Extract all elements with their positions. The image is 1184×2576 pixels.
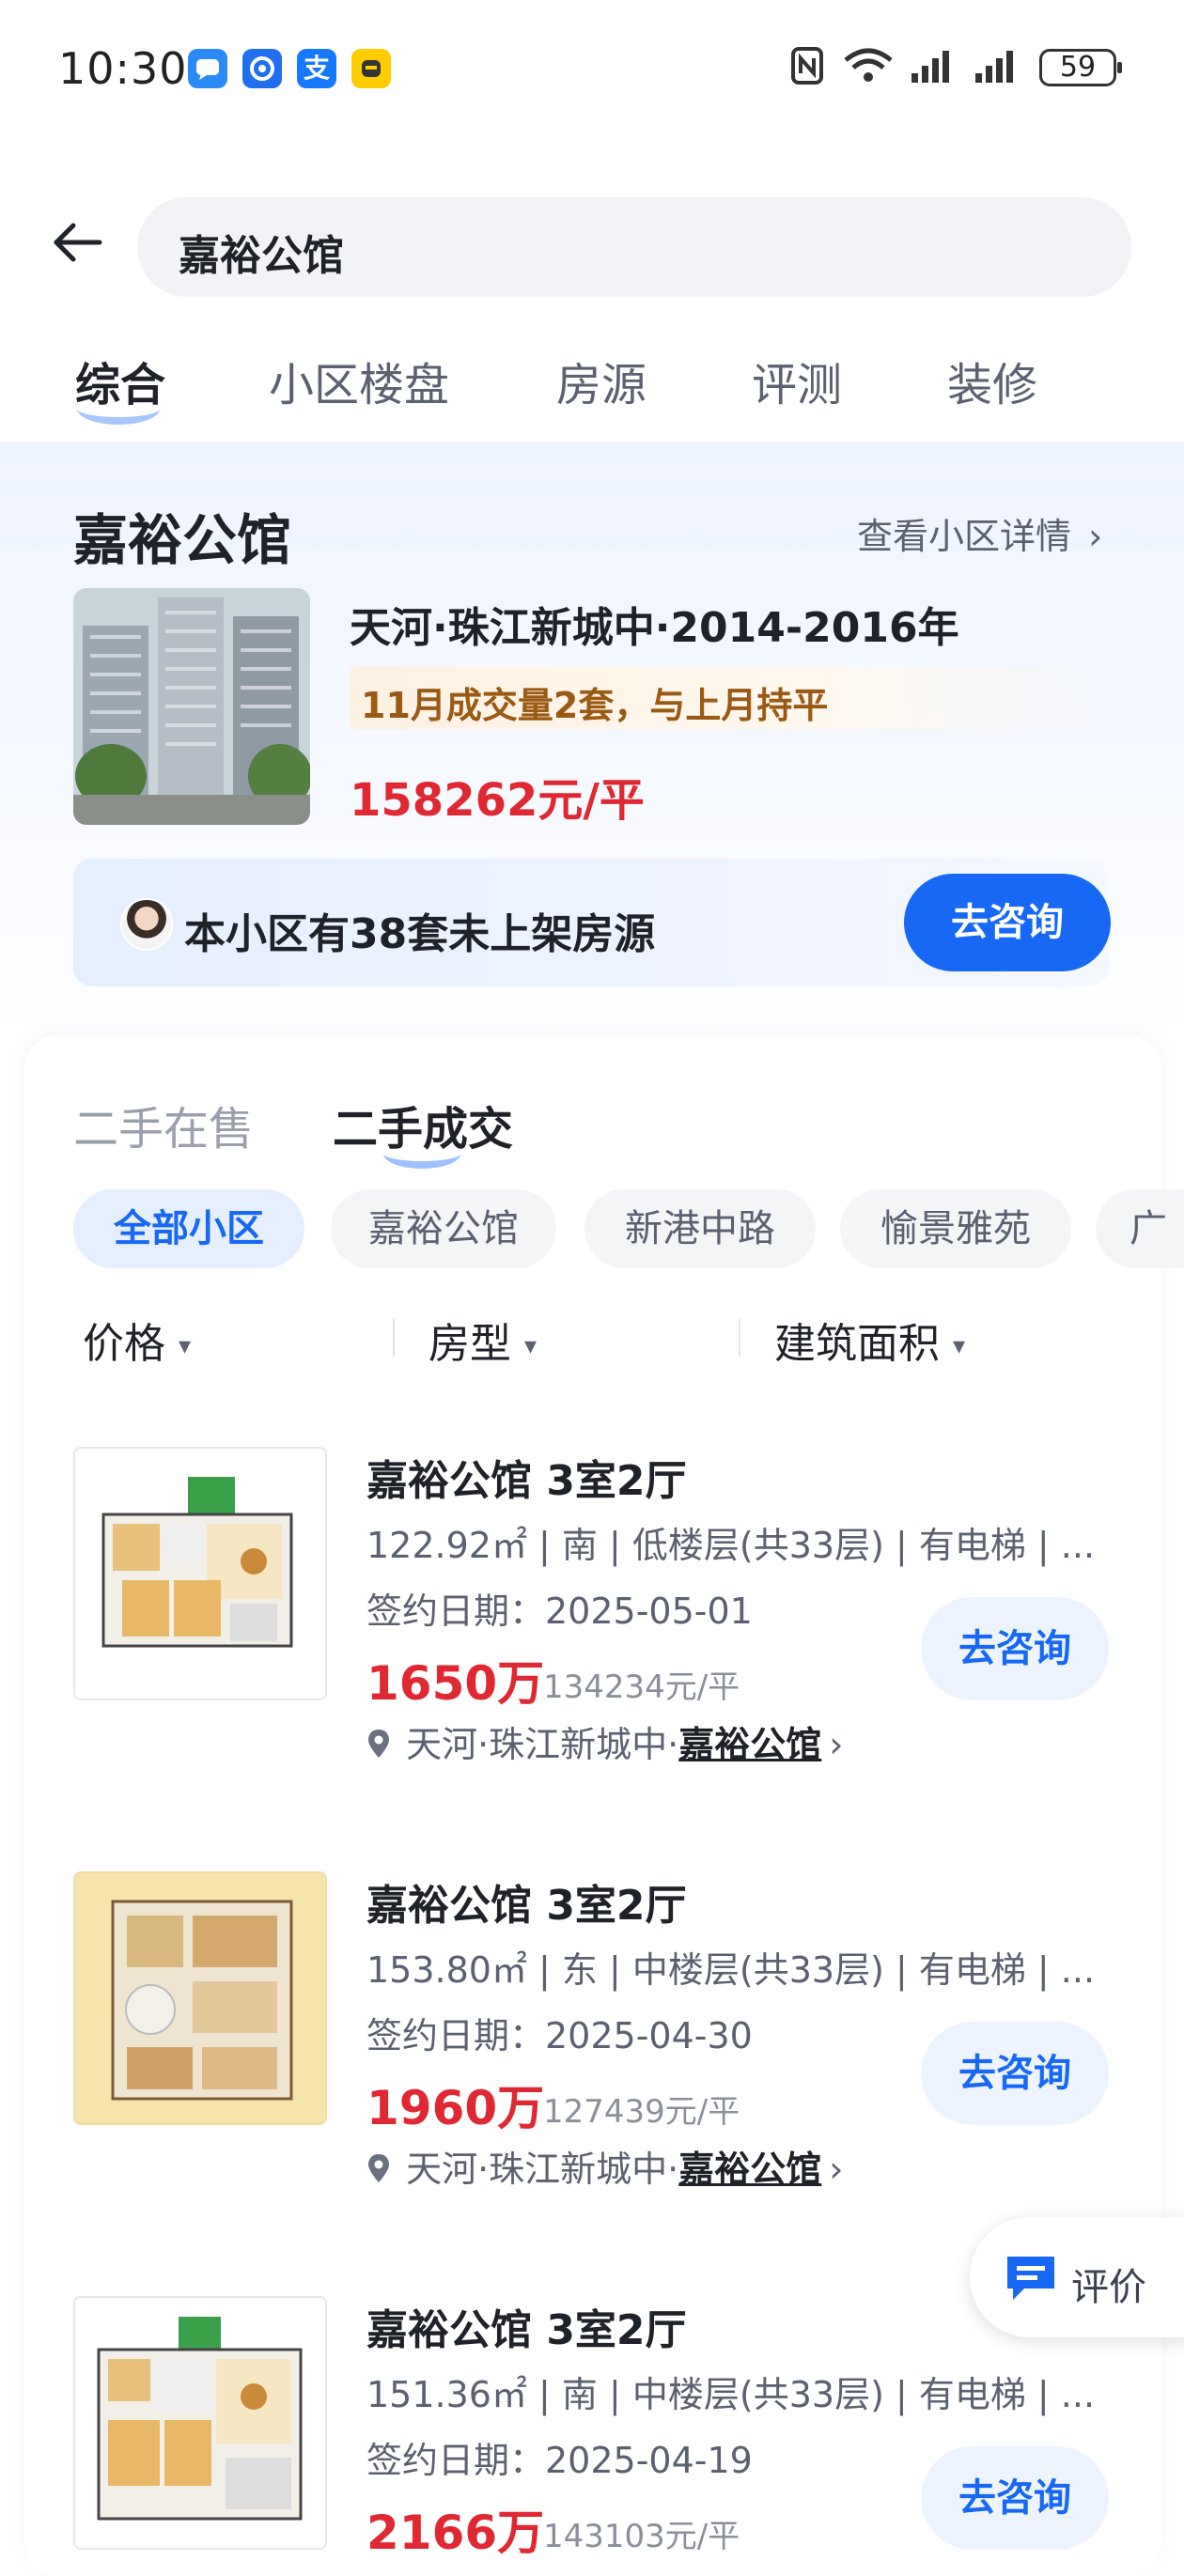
listing-sign-date: 签约日期：2025-04-30 [366, 2015, 753, 2056]
consult-button-main[interactable]: 去咨询 [904, 874, 1111, 971]
listing-unit-price: 143103元/平 [543, 2518, 740, 2555]
listing-meta: 153.80㎡ | 东 | 中楼层(共33层) | 有电梯 | ... [366, 1949, 1096, 1991]
caret-down-icon: ▾ [953, 1332, 966, 1360]
chip-all-communities[interactable]: 全部小区 [73, 1189, 304, 1268]
filter-price[interactable]: 价格 ▾ [83, 1310, 191, 1370]
chevron-right-icon: › [829, 1724, 844, 1765]
nfc-icon [789, 45, 827, 90]
message-app-icon [188, 49, 227, 88]
location-community[interactable]: 嘉裕公馆 [678, 2149, 821, 2190]
tab-active-indicator [77, 393, 160, 425]
deal-info-text: 11月成交量2套，与上月持平 [361, 685, 829, 726]
listing-sign-date: 签约日期：2025-04-19 [366, 2440, 753, 2481]
location-area: 天河·珠江新城中· [406, 2149, 679, 2190]
listing-meta: 151.36㎡ | 南 | 中楼层(共33层) | 有电梯 | ... [366, 2374, 1096, 2415]
consult-button[interactable]: 去咨询 [921, 2446, 1109, 2550]
agent-avatar [120, 898, 173, 951]
chip-guang-partial[interactable]: 广 [1096, 1189, 1184, 1268]
filter-layout-label: 房型 [428, 1320, 511, 1368]
consult-button[interactable]: 去咨询 [921, 1597, 1109, 1700]
status-time: 10:30 [58, 43, 188, 94]
tab-community[interactable]: 小区楼盘 [269, 348, 449, 413]
listing-title[interactable]: 嘉裕公馆 3室2厅 [366, 1871, 687, 1932]
consult-button[interactable]: 去咨询 [921, 2022, 1109, 2125]
chip-jiayu[interactable]: 嘉裕公馆 [331, 1189, 556, 1268]
listing-price: 1650万 [366, 1656, 545, 1711]
subtab-for-sale[interactable]: 二手在售 [73, 1092, 254, 1157]
listing-title[interactable]: 嘉裕公馆 3室2厅 [366, 2296, 687, 2356]
chip-xingang[interactable]: 新港中路 [584, 1189, 816, 1268]
tab-reviews[interactable]: 评测 [752, 348, 842, 413]
location-community[interactable]: 嘉裕公馆 [678, 1724, 821, 1765]
floorplan-image[interactable] [73, 2296, 327, 2550]
floorplan-image[interactable] [73, 1447, 327, 1700]
battery-indicator: 59 [1039, 49, 1122, 86]
filter-area[interactable]: 建筑面积 ▾ [774, 1310, 965, 1370]
community-price: 158262元/平 [350, 774, 645, 827]
chevron-right-icon: › [1088, 516, 1103, 557]
chip-yujing[interactable]: 愉景雅苑 [840, 1189, 1071, 1268]
location-pin-icon [366, 1727, 395, 1768]
community-location: 天河·珠江新城中·2014-2016年 [350, 604, 959, 652]
meituan-app-icon [351, 49, 391, 88]
filter-divider [739, 1319, 740, 1357]
unlisted-text: 本小区有38套未上架房源 [184, 910, 656, 958]
listing-unit-price: 134234元/平 [543, 1668, 740, 1706]
filter-price-label: 价格 [83, 1320, 165, 1368]
community-detail-link[interactable]: 查看小区详情 › [857, 507, 1102, 559]
listing-sign-date: 签约日期：2025-05-01 [366, 1591, 753, 1632]
subtab-active-indicator [383, 1139, 460, 1169]
caret-down-icon: ▾ [524, 1332, 537, 1360]
comment-icon [1004, 2251, 1058, 2307]
location-area: 天河·珠江新城中· [406, 1724, 679, 1765]
location-pin-icon [366, 2151, 395, 2193]
listing-meta: 122.92㎡ | 南 | 低楼层(共33层) | 有电梯 | ... [366, 1525, 1096, 1566]
filter-area-label: 建筑面积 [774, 1320, 940, 1368]
community-photo[interactable] [73, 588, 310, 825]
listing-unit-price: 127439元/平 [543, 2093, 740, 2131]
alipay-app-icon: 支 [297, 49, 336, 88]
listing-location[interactable]: 天河·珠江新城中·嘉裕公馆 › [366, 1715, 843, 1768]
search-query[interactable]: 嘉裕公馆 [179, 222, 344, 282]
wifi-icon [842, 45, 895, 90]
filter-layout[interactable]: 房型 ▾ [428, 1310, 537, 1370]
camera-app-icon [242, 49, 282, 88]
caret-down-icon: ▾ [179, 1332, 192, 1360]
listing-price: 1960万 [366, 2081, 545, 2135]
listing-title[interactable]: 嘉裕公馆 3室2厅 [366, 1447, 687, 1507]
listing-price: 2166万 [366, 2506, 545, 2560]
filter-divider [393, 1319, 395, 1357]
back-arrow-icon[interactable] [49, 214, 105, 271]
tab-listings[interactable]: 房源 [556, 348, 647, 413]
rate-label[interactable]: 评价 [1071, 2257, 1146, 2311]
community-detail-label: 查看小区详情 [857, 516, 1072, 557]
tab-decoration[interactable]: 装修 [947, 348, 1037, 413]
signal-icon-2 [974, 45, 1022, 90]
community-name: 嘉裕公馆 [73, 508, 292, 572]
floorplan-image[interactable] [73, 1871, 327, 2125]
listing-location[interactable]: 天河·珠江新城中·嘉裕公馆 › [366, 2140, 843, 2193]
chevron-right-icon: › [829, 2149, 844, 2190]
signal-icon-1 [910, 45, 958, 90]
